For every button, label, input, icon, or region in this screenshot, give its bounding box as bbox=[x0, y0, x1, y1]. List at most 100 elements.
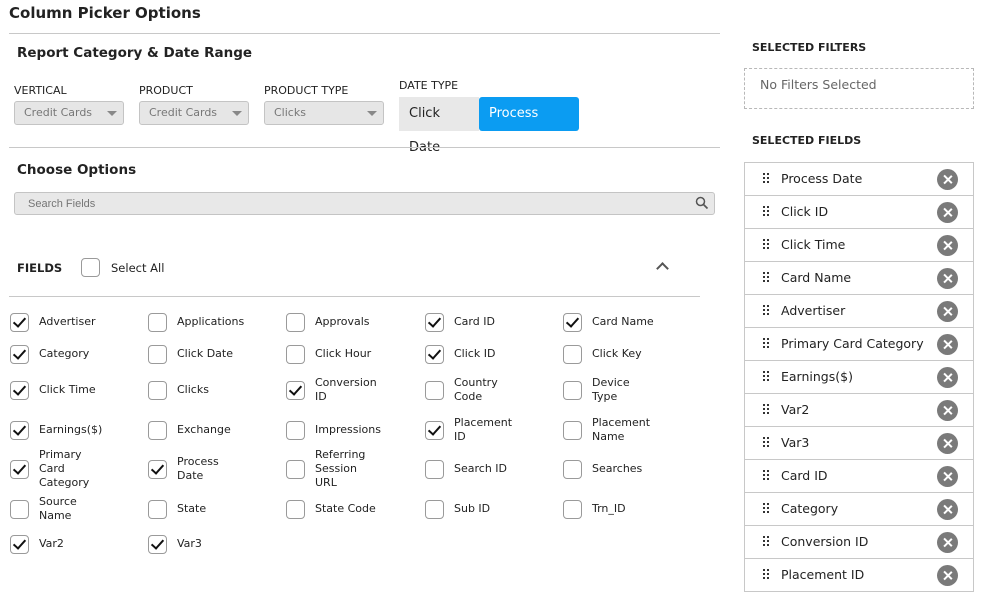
drag-handle-icon[interactable] bbox=[763, 404, 771, 416]
drag-handle-icon[interactable] bbox=[763, 305, 771, 317]
remove-icon[interactable] bbox=[937, 499, 958, 520]
field-label: Click Date bbox=[177, 347, 233, 360]
field-checkbox[interactable] bbox=[425, 345, 444, 364]
field-checkbox[interactable] bbox=[148, 313, 167, 332]
product-select[interactable]: Credit Cards bbox=[139, 101, 249, 125]
selected-field-label: Click ID bbox=[781, 204, 829, 219]
field-checkbox[interactable] bbox=[425, 381, 444, 400]
no-filters-text: No Filters Selected bbox=[760, 77, 877, 92]
field-checkbox[interactable] bbox=[148, 460, 167, 479]
drag-handle-icon[interactable] bbox=[763, 338, 771, 350]
field-label: Trn_ID bbox=[592, 502, 626, 515]
remove-icon[interactable] bbox=[937, 169, 958, 190]
field-checkbox[interactable] bbox=[425, 500, 444, 519]
field-label: Category bbox=[39, 347, 90, 360]
vertical-select[interactable]: Credit Cards bbox=[14, 101, 124, 125]
selected-field-row[interactable]: Card ID bbox=[744, 459, 974, 493]
chevron-up-icon[interactable] bbox=[656, 262, 669, 275]
field-checkbox[interactable] bbox=[286, 460, 305, 479]
product-type-select-value: Clicks bbox=[274, 106, 306, 119]
field-checkbox[interactable] bbox=[10, 500, 29, 519]
drag-handle-icon[interactable] bbox=[763, 173, 771, 185]
field-checkbox[interactable] bbox=[10, 381, 29, 400]
field-checkbox[interactable] bbox=[286, 381, 305, 400]
field-checkbox[interactable] bbox=[10, 345, 29, 364]
field-checkbox[interactable] bbox=[148, 421, 167, 440]
selected-field-row[interactable]: Advertiser bbox=[744, 294, 974, 328]
selected-field-row[interactable]: Category bbox=[744, 492, 974, 526]
drag-handle-icon[interactable] bbox=[763, 470, 771, 482]
field-checkbox[interactable] bbox=[148, 381, 167, 400]
field-checkbox[interactable] bbox=[148, 535, 167, 554]
remove-icon[interactable] bbox=[937, 301, 958, 322]
drag-handle-icon[interactable] bbox=[763, 206, 771, 218]
divider bbox=[9, 147, 720, 148]
remove-icon[interactable] bbox=[937, 334, 958, 355]
choose-options-title: Choose Options bbox=[17, 162, 137, 178]
field-label: Process Date bbox=[177, 455, 219, 482]
selected-field-row[interactable]: Var2 bbox=[744, 393, 974, 427]
selected-field-row[interactable]: Click ID bbox=[744, 195, 974, 229]
field-checkbox[interactable] bbox=[425, 421, 444, 440]
select-all-label: Select All bbox=[111, 261, 165, 275]
remove-icon[interactable] bbox=[937, 400, 958, 421]
field-checkbox[interactable] bbox=[563, 313, 582, 332]
field-checkbox[interactable] bbox=[286, 421, 305, 440]
selected-field-row[interactable]: Process Date bbox=[744, 162, 974, 196]
select-all-checkbox[interactable] bbox=[81, 258, 100, 277]
selected-field-row[interactable]: Var3 bbox=[744, 426, 974, 460]
vertical-label: VERTICAL bbox=[14, 84, 67, 97]
remove-icon[interactable] bbox=[937, 202, 958, 223]
field-checkbox[interactable] bbox=[10, 460, 29, 479]
product-type-select[interactable]: Clicks bbox=[264, 101, 384, 125]
product-type-label: PRODUCT TYPE bbox=[264, 84, 349, 97]
remove-icon[interactable] bbox=[937, 433, 958, 454]
field-checkbox[interactable] bbox=[563, 460, 582, 479]
drag-handle-icon[interactable] bbox=[763, 569, 771, 581]
field-checkbox[interactable] bbox=[10, 313, 29, 332]
field-checkbox[interactable] bbox=[148, 500, 167, 519]
search-fields-input[interactable] bbox=[14, 192, 715, 215]
field-checkbox[interactable] bbox=[563, 421, 582, 440]
remove-icon[interactable] bbox=[937, 367, 958, 388]
selected-field-label: Conversion ID bbox=[781, 534, 869, 549]
field-checkbox[interactable] bbox=[10, 421, 29, 440]
report-section-title: Report Category & Date Range bbox=[17, 45, 253, 61]
drag-handle-icon[interactable] bbox=[763, 371, 771, 383]
drag-handle-icon[interactable] bbox=[763, 272, 771, 284]
remove-icon[interactable] bbox=[937, 268, 958, 289]
field-checkbox[interactable] bbox=[563, 381, 582, 400]
selected-field-row[interactable]: Click Time bbox=[744, 228, 974, 262]
selected-field-row[interactable]: Primary Card Category bbox=[744, 327, 974, 361]
field-checkbox[interactable] bbox=[286, 500, 305, 519]
field-checkbox[interactable] bbox=[425, 313, 444, 332]
field-checkbox[interactable] bbox=[10, 535, 29, 554]
field-checkbox[interactable] bbox=[425, 460, 444, 479]
field-checkbox[interactable] bbox=[286, 313, 305, 332]
remove-icon[interactable] bbox=[937, 235, 958, 256]
chevron-down-icon bbox=[232, 111, 242, 116]
process-date-toggle[interactable]: Process Date bbox=[479, 97, 579, 155]
field-checkbox[interactable] bbox=[563, 345, 582, 364]
search-icon[interactable] bbox=[695, 196, 709, 210]
selected-field-row[interactable]: Conversion ID bbox=[744, 525, 974, 559]
drag-handle-icon[interactable] bbox=[763, 536, 771, 548]
selected-field-row[interactable]: Earnings($) bbox=[744, 360, 974, 394]
field-checkbox[interactable] bbox=[563, 500, 582, 519]
field-checkbox[interactable] bbox=[286, 345, 305, 364]
remove-icon[interactable] bbox=[937, 565, 958, 586]
field-label: Earnings($) bbox=[39, 423, 103, 436]
field-label: Exchange bbox=[177, 423, 231, 436]
chevron-down-icon bbox=[107, 111, 117, 116]
remove-icon[interactable] bbox=[937, 466, 958, 487]
field-label: Card ID bbox=[454, 315, 495, 328]
field-label: Card Name bbox=[592, 315, 654, 328]
drag-handle-icon[interactable] bbox=[763, 239, 771, 251]
drag-handle-icon[interactable] bbox=[763, 503, 771, 515]
field-checkbox[interactable] bbox=[148, 345, 167, 364]
click-date-toggle[interactable]: Click Date bbox=[399, 97, 479, 155]
selected-field-row[interactable]: Card Name bbox=[744, 261, 974, 295]
selected-field-row[interactable]: Placement ID bbox=[744, 558, 974, 592]
drag-handle-icon[interactable] bbox=[763, 437, 771, 449]
remove-icon[interactable] bbox=[937, 532, 958, 553]
